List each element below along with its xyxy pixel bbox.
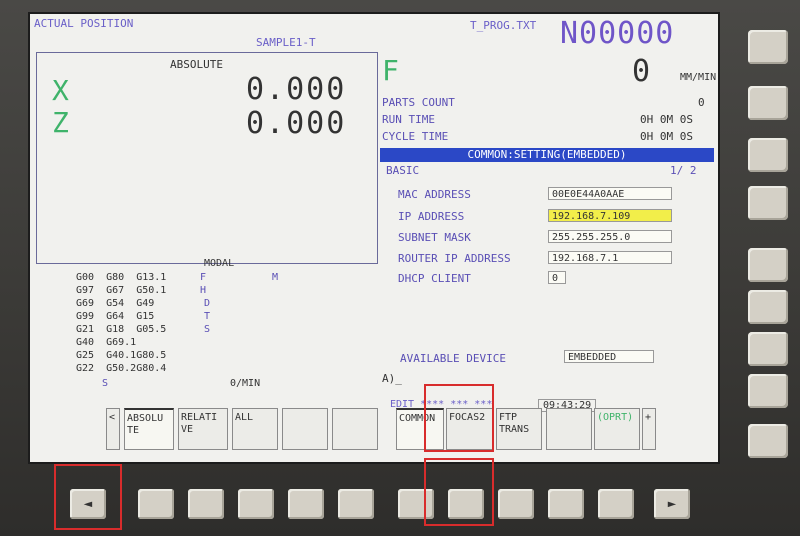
highlight-left-arrow — [54, 464, 122, 530]
hard-softkey-9[interactable] — [548, 489, 584, 519]
modal-title: MODAL — [204, 258, 235, 269]
softkey-next[interactable]: + — [642, 408, 656, 450]
hard-softkey-10[interactable] — [598, 489, 634, 519]
mode-title: ACTUAL POSITION — [34, 17, 134, 30]
cycle-time-value: 0H 0M 0S — [640, 130, 693, 143]
modal-row: G97 G67 G50.1 — [76, 285, 167, 296]
subnet-mask-field[interactable]: 255.255.255.0 — [548, 230, 672, 243]
softkey-operate[interactable]: (OPRT) — [594, 408, 640, 450]
modal-row: G25 G40.1G80.5 — [76, 350, 167, 361]
highlight-focas2-softkey — [424, 384, 494, 452]
run-time-value: 0H 0M 0S — [640, 113, 693, 126]
side-key-8[interactable] — [748, 374, 788, 408]
modal-row: G22 G50.2G80.4 — [76, 363, 167, 374]
ip-address-field[interactable]: 192.168.7.109 — [548, 209, 672, 222]
softkey-blank-3[interactable] — [546, 408, 592, 450]
side-key-9[interactable] — [748, 424, 788, 458]
softkey-blank-2[interactable] — [332, 408, 378, 450]
feed-value: 0 — [632, 54, 651, 89]
cnc-screen: ACTUAL POSITION SAMPLE1-T T_PROG.TXT N00… — [28, 12, 720, 464]
ip-address-label: IP ADDRESS — [398, 210, 465, 223]
subnet-mask-label: SUBNET MASK — [398, 231, 471, 244]
softkey-prev[interactable]: < — [106, 408, 120, 450]
modal-row: G21 G18 G05.5 — [76, 324, 167, 335]
hard-softkey-3[interactable] — [238, 489, 274, 519]
side-key-7[interactable] — [748, 332, 788, 366]
settings-page: 1/ 2 — [670, 164, 697, 177]
parts-count-label: PARTS COUNT — [382, 96, 455, 109]
parts-count-value: 0 — [698, 96, 705, 109]
side-key-3[interactable] — [748, 138, 788, 172]
router-ip-field[interactable]: 192.168.7.1 — [548, 251, 672, 264]
program-name: SAMPLE1-T — [256, 36, 316, 49]
modal-t-tag: T — [204, 311, 211, 322]
available-device-label: AVAILABLE DEVICE — [400, 352, 506, 365]
side-key-4[interactable] — [748, 186, 788, 220]
modal-s-tag: S — [204, 324, 211, 335]
modal-unit: 0/MIN — [230, 378, 261, 389]
softkey-blank-1[interactable] — [282, 408, 328, 450]
cycle-time-label: CYCLE TIME — [382, 130, 449, 143]
hard-softkey-5[interactable] — [338, 489, 374, 519]
modal-row: G00 G80 G13.1 — [76, 272, 167, 283]
modal-row: G69 G54 G49 — [76, 298, 155, 309]
softkey-ftp-trans[interactable]: FTP TRANS — [496, 408, 542, 450]
side-key-2[interactable] — [748, 86, 788, 120]
feed-unit: MM/MIN — [680, 72, 717, 83]
modal-m-label: M — [272, 272, 279, 283]
modal-s-label: S — [102, 378, 109, 389]
modal-row: G40 G69.1 — [76, 337, 137, 348]
edit-prompt[interactable]: A)_ — [382, 372, 402, 385]
settings-title: COMMON:SETTING(EMBEDDED) — [467, 148, 627, 161]
dhcp-client-field[interactable]: 0 — [548, 271, 566, 284]
router-ip-label: ROUTER IP ADDRESS — [398, 252, 511, 265]
axis-z-value: 0.000 — [246, 106, 347, 141]
softkey-all[interactable]: ALL — [232, 408, 278, 450]
softkey-relative[interactable]: RELATI VE — [178, 408, 228, 450]
right-arrow-key[interactable]: ► — [654, 489, 690, 519]
hard-softkey-4[interactable] — [288, 489, 324, 519]
mac-address-label: MAC ADDRESS — [398, 188, 471, 201]
hard-softkey-2[interactable] — [188, 489, 224, 519]
hard-softkey-1[interactable] — [138, 489, 174, 519]
side-key-6[interactable] — [748, 290, 788, 324]
softkey-absolute[interactable]: ABSOLU TE — [124, 408, 174, 450]
axis-z-label: Z — [52, 106, 69, 139]
position-title: ABSOLUTE — [170, 58, 223, 71]
available-device-field[interactable]: EMBEDDED — [564, 350, 654, 363]
feed-letter: F — [382, 54, 399, 87]
modal-f-tag: F — [200, 272, 207, 283]
modal-d-tag: D — [204, 298, 211, 309]
run-time-label: RUN TIME — [382, 113, 435, 126]
dhcp-client-label: DHCP CLIENT — [398, 272, 471, 285]
axis-x-label: X — [52, 74, 69, 107]
modal-row: G99 G64 G15 — [76, 311, 155, 322]
modal-h-tag: H — [200, 285, 207, 296]
side-key-1[interactable] — [748, 30, 788, 64]
settings-section: BASIC — [386, 164, 420, 177]
mac-address-field[interactable]: 00E0E44A0AAE — [548, 187, 672, 200]
hard-softkey-8[interactable] — [498, 489, 534, 519]
sequence-number: N00000 — [560, 16, 675, 51]
side-key-5[interactable] — [748, 248, 788, 282]
settings-title-bar: COMMON:SETTING(EMBEDDED) — [380, 148, 714, 162]
file-name: T_PROG.TXT — [470, 19, 537, 32]
highlight-focas2-hard-key — [424, 458, 494, 526]
axis-x-value: 0.000 — [246, 72, 347, 107]
